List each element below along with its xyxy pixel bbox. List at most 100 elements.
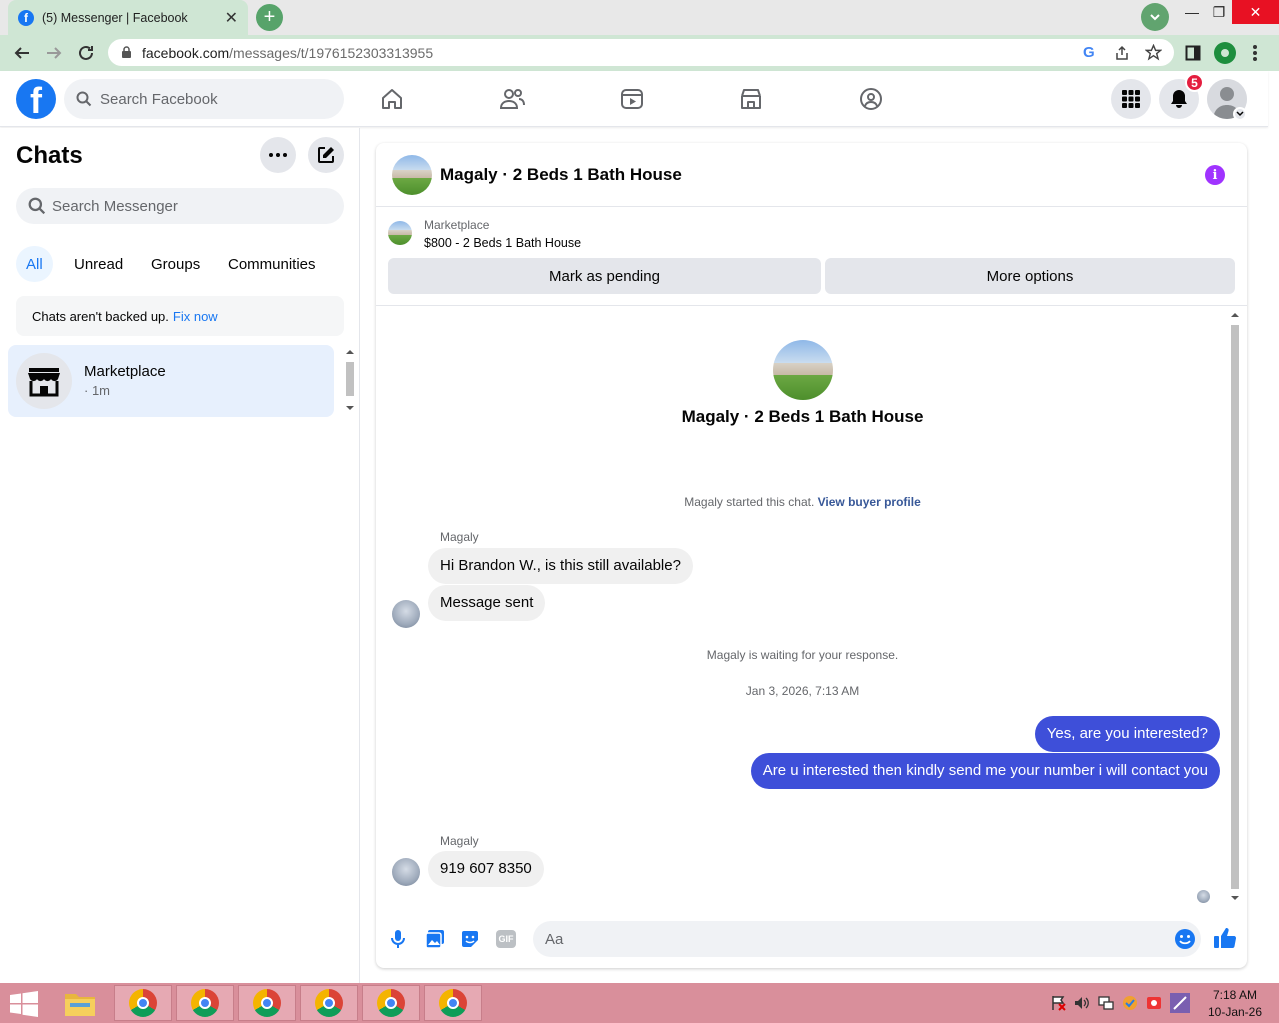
volume-icon[interactable] <box>1074 995 1090 1011</box>
google-lens-icon[interactable]: G <box>1083 44 1095 61</box>
listing-title[interactable]: $800 - 2 Beds 1 Bath House <box>424 236 581 250</box>
house-listing-avatar[interactable] <box>392 155 432 195</box>
marketplace-store-icon <box>16 353 72 409</box>
chrome-icon <box>253 989 281 1017</box>
friends-icon[interactable] <box>496 83 528 115</box>
message-composer: GIF Aa <box>376 913 1247 963</box>
close-window-button[interactable]: ✕ <box>1232 0 1279 24</box>
intro-avatar[interactable] <box>773 340 833 400</box>
more-options-button[interactable]: More options <box>825 258 1235 294</box>
message-input[interactable]: Aa <box>533 921 1201 957</box>
microphone-icon[interactable] <box>390 929 406 949</box>
marketplace-icon[interactable] <box>735 83 767 115</box>
info-icon[interactable]: i <box>1205 165 1225 185</box>
search-placeholder: Search Messenger <box>52 197 178 215</box>
filter-unread[interactable]: Unread <box>64 246 133 282</box>
listing-thumbnail[interactable] <box>388 221 412 245</box>
sender-avatar[interactable] <box>392 858 420 886</box>
new-message-button[interactable] <box>308 137 344 173</box>
restore-window-button[interactable]: ❐ <box>1203 0 1235 24</box>
outgoing-message[interactable]: Are u interested then kindly send me you… <box>750 753 1220 789</box>
search-icon <box>28 197 46 215</box>
reload-icon[interactable] <box>74 41 98 65</box>
chat-options-button[interactable] <box>260 137 296 173</box>
emoji-icon[interactable] <box>1174 928 1196 950</box>
chat-list-scrollbar[interactable] <box>343 344 357 416</box>
action-center-flag-icon[interactable] <box>1050 995 1066 1011</box>
facebook-search-input[interactable]: Search Facebook <box>64 79 344 119</box>
network-icon[interactable] <box>1098 995 1114 1011</box>
conversation-title[interactable]: Magaly · 2 Beds 1 Bath House <box>440 165 682 185</box>
sender-name: Magaly <box>440 530 479 544</box>
menu-grid-button[interactable] <box>1111 79 1151 119</box>
mark-as-pending-button[interactable]: Mark as pending <box>388 258 821 294</box>
new-tab-button[interactable]: + <box>256 4 283 31</box>
incoming-message[interactable]: 919 607 8350 <box>428 851 544 887</box>
system-clock[interactable]: 7:18 AM 10-Jan-26 <box>1200 987 1270 1021</box>
photo-icon[interactable] <box>425 929 445 949</box>
taskbar-chrome-window-5[interactable] <box>362 985 420 1021</box>
taskbar-chrome-window-3[interactable] <box>238 985 296 1021</box>
grid-icon <box>1122 90 1140 108</box>
chat-time: · 1m <box>84 383 110 398</box>
forward-arrow-icon[interactable] <box>42 41 66 65</box>
clock-date: 10-Jan-26 <box>1207 1005 1263 1019</box>
pen-tray-icon[interactable] <box>1170 993 1190 1013</box>
chrome-icon <box>439 989 467 1017</box>
more-horizontal-icon <box>269 153 287 157</box>
address-bar[interactable]: facebook.com/messages/t/1976152303313955… <box>108 39 1174 66</box>
video-icon[interactable] <box>616 83 648 115</box>
sender-avatar[interactable] <box>392 600 420 628</box>
taskbar-chrome-window-1[interactable] <box>114 985 172 1021</box>
side-panel-icon[interactable] <box>1181 41 1205 65</box>
tab-search-dropdown-button[interactable] <box>1141 3 1169 31</box>
facebook-logo-icon[interactable]: f <box>16 79 56 119</box>
started-text: Magaly started this chat. <box>684 495 815 509</box>
chrome-profile-icon[interactable] <box>1213 41 1237 65</box>
incoming-message[interactable]: Hi Brandon W., is this still available? <box>428 548 693 584</box>
browser-tab-strip: f (5) Messenger | Facebook ✕ + — ❐ ✕ <box>0 0 1279 35</box>
chat-name: Marketplace <box>84 363 166 380</box>
security-tray-icon[interactable] <box>1122 995 1138 1011</box>
chrome-menu-icon[interactable] <box>1243 41 1267 65</box>
filter-communities[interactable]: Communities <box>218 246 326 282</box>
chevron-down-icon[interactable] <box>1233 107 1247 121</box>
sender-name: Magaly <box>440 834 479 848</box>
conversation-panel: Magaly · 2 Beds 1 Bath House i Marketpla… <box>376 143 1247 968</box>
thread-scrollbar[interactable] <box>1228 307 1242 907</box>
close-tab-icon[interactable]: ✕ <box>225 8 238 28</box>
back-arrow-icon[interactable] <box>10 41 34 65</box>
incoming-message[interactable]: Message sent <box>428 585 546 621</box>
home-icon[interactable] <box>376 83 408 115</box>
file-explorer-icon[interactable] <box>64 988 96 1018</box>
view-buyer-profile-link[interactable]: View buyer profile <box>818 495 921 509</box>
taskbar-chrome-window-2[interactable] <box>176 985 234 1021</box>
facebook-header: f Search Facebook <box>0 71 1268 127</box>
windows-start-icon[interactable] <box>10 991 38 1017</box>
taskbar-chrome-window-6[interactable] <box>424 985 482 1021</box>
sticker-icon[interactable] <box>460 929 480 949</box>
messenger-search-input[interactable]: Search Messenger <box>16 188 344 224</box>
chats-sidebar: Chats Search Messenger All Unread Groups… <box>0 128 360 983</box>
gif-icon[interactable]: GIF <box>496 930 516 948</box>
tab-title: (5) Messenger | Facebook <box>42 10 188 25</box>
filter-groups[interactable]: Groups <box>141 246 210 282</box>
share-icon[interactable] <box>1114 45 1130 61</box>
outgoing-message[interactable]: Yes, are you interested? <box>1034 716 1220 752</box>
chat-list-item[interactable]: Marketplace · 1m <box>8 345 334 417</box>
message-input-placeholder: Aa <box>545 930 564 948</box>
facebook-favicon-icon: f <box>18 9 34 26</box>
filter-all[interactable]: All <box>16 246 53 282</box>
browser-tab[interactable]: f (5) Messenger | Facebook ✕ <box>8 0 248 35</box>
taskbar-chrome-window-4[interactable] <box>300 985 358 1021</box>
groups-icon[interactable] <box>855 83 887 115</box>
bookmark-star-icon[interactable] <box>1145 44 1162 61</box>
fix-now-link[interactable]: Fix now <box>173 309 218 324</box>
notification-badge: 5 <box>1185 73 1204 92</box>
read-receipt-avatar <box>1197 890 1210 903</box>
recording-tray-icon[interactable] <box>1146 995 1162 1011</box>
lock-icon <box>122 46 131 58</box>
compose-icon <box>318 147 334 163</box>
bell-icon <box>1171 90 1187 108</box>
thumbs-up-icon[interactable] <box>1213 926 1237 950</box>
